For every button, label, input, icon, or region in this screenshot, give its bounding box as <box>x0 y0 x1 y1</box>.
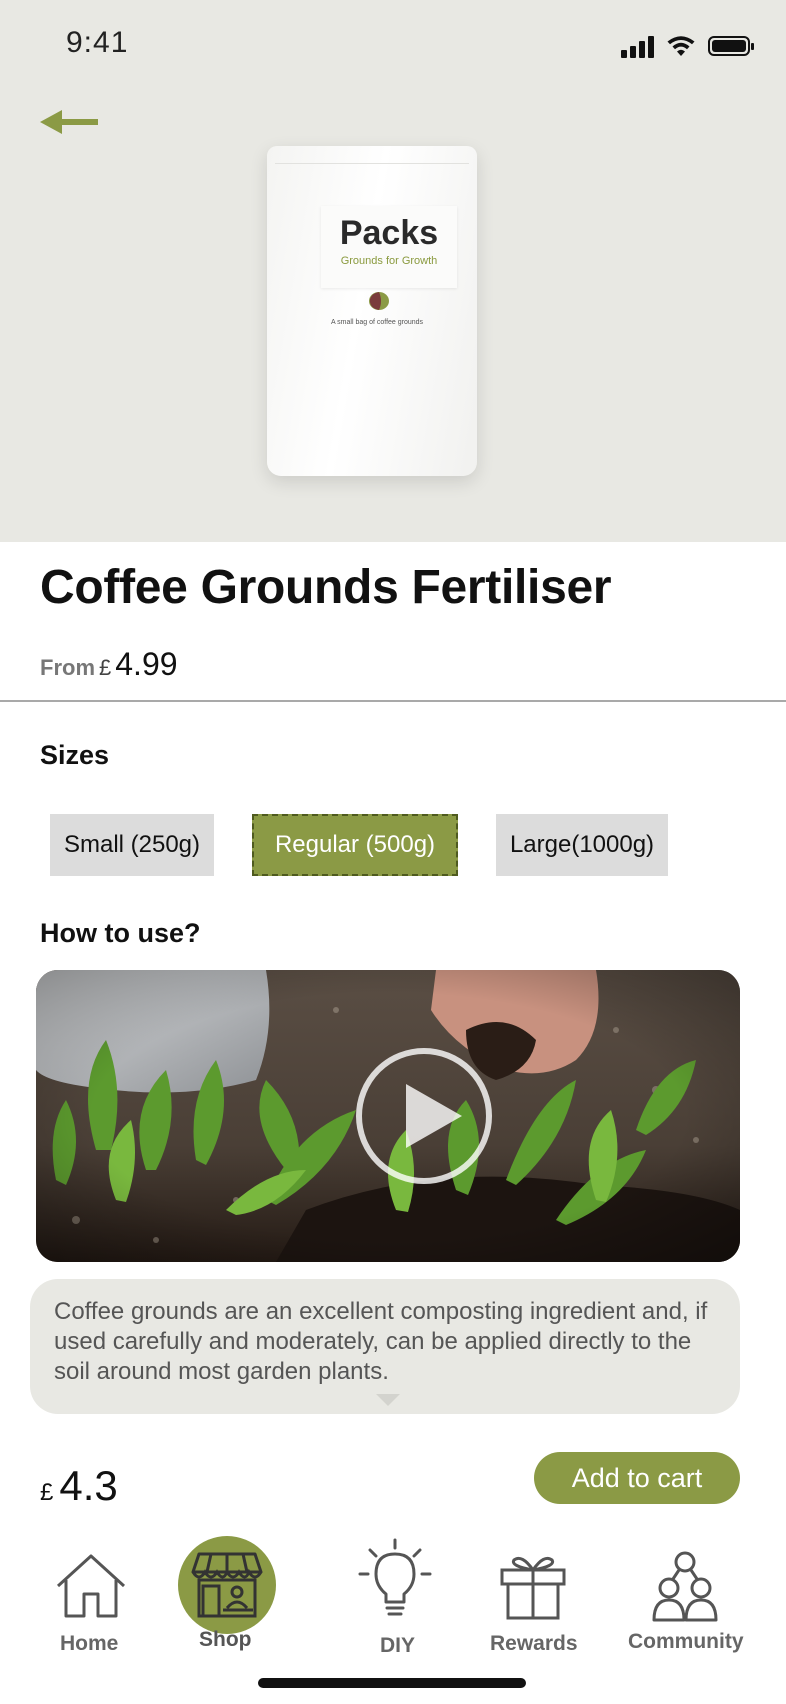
tab-label-rewards: Rewards <box>490 1632 578 1655</box>
total-price: £ 4.3 <box>40 1462 118 1510</box>
tab-label-home: Home <box>60 1632 119 1655</box>
from-price: From £4.99 <box>40 646 178 683</box>
pouch-tagline: Grounds for Growth <box>340 255 438 267</box>
size-option-large[interactable]: Large(1000g) <box>496 814 668 876</box>
expand-arrow-icon[interactable] <box>376 1394 400 1408</box>
home-icon <box>56 1554 126 1618</box>
total-amount: 4.3 <box>59 1462 118 1509</box>
tab-label-diy: DIY <box>380 1634 416 1657</box>
play-icon[interactable] <box>354 1046 494 1186</box>
size-option-regular[interactable]: Regular (500g) <box>252 814 458 876</box>
back-arrow-icon[interactable] <box>36 100 102 144</box>
how-to-use-heading: How to use? <box>40 918 201 948</box>
pouch-label: Packs Grounds for Growth <box>321 206 457 288</box>
total-currency: £ <box>40 1479 54 1506</box>
price-amount: 4.99 <box>115 646 178 682</box>
community-icon <box>652 1551 718 1622</box>
price-currency: £ <box>99 655 112 680</box>
tab-label-community: Community <box>628 1630 744 1653</box>
size-option-small[interactable]: Small (250g) <box>50 814 214 876</box>
cellular-signal-icon <box>621 34 654 58</box>
tab-diy[interactable]: DIY <box>354 1536 436 1662</box>
tab-label-shop: Shop <box>199 1628 252 1651</box>
divider <box>0 700 786 702</box>
tab-shop[interactable]: Shop <box>178 1546 276 1656</box>
product-screen: 9:41 Packs Grounds for Growth A small ba… <box>0 0 786 1704</box>
product-image: Packs Grounds for Growth A small bag of … <box>267 146 477 476</box>
status-time: 9:41 <box>66 26 129 59</box>
tab-home[interactable]: Home <box>44 1546 134 1666</box>
tab-rewards[interactable]: Rewards <box>484 1546 584 1660</box>
sizes-heading: Sizes <box>40 740 110 770</box>
how-to-use-video[interactable] <box>36 970 740 1262</box>
add-to-cart-button[interactable]: Add to cart <box>534 1452 740 1504</box>
gift-icon <box>500 1556 566 1620</box>
tab-community[interactable]: Community <box>626 1546 744 1660</box>
shop-icon <box>191 1552 263 1618</box>
wifi-icon <box>667 36 695 56</box>
price-prefix: From <box>40 655 95 680</box>
status-icons <box>621 34 754 58</box>
pouch-brand: Packs <box>339 214 439 252</box>
lightbulb-icon <box>358 1538 432 1616</box>
coffee-bean-icon <box>369 292 389 310</box>
product-title: Coffee Grounds Fertiliser <box>40 561 612 614</box>
home-indicator <box>258 1678 526 1688</box>
pouch-small-text: A small bag of coffee grounds <box>330 319 424 326</box>
battery-icon <box>708 36 754 56</box>
product-hero: 9:41 Packs Grounds for Growth A small ba… <box>0 0 786 542</box>
